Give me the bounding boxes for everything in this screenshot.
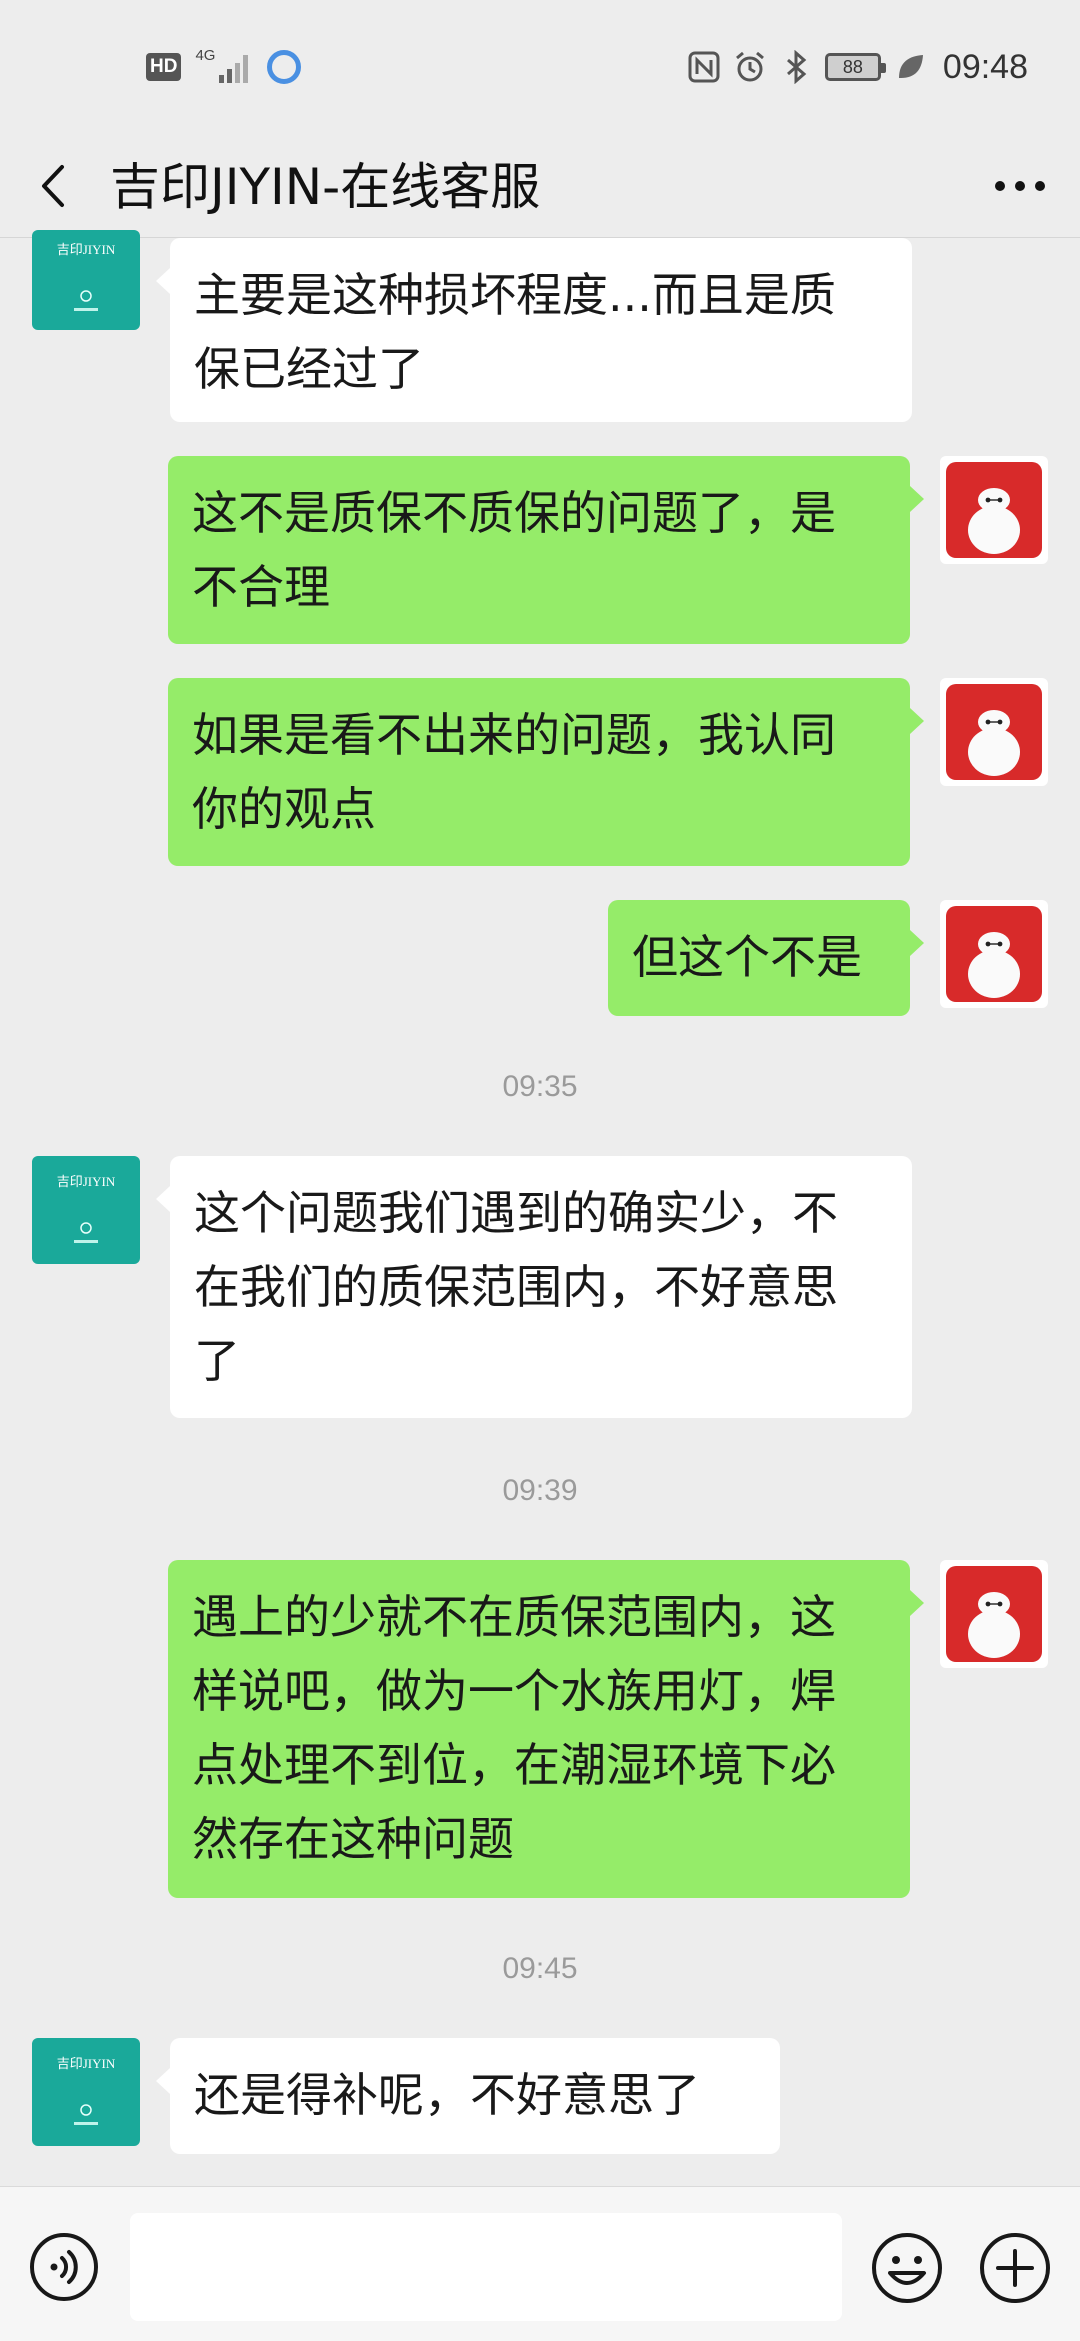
message-bubble[interactable]: 主要是这种损坏程度...而且是质 保已经过了 <box>156 238 912 422</box>
leaf-icon <box>898 55 923 78</box>
self-avatar[interactable] <box>940 900 1048 1008</box>
nfc-icon <box>688 51 720 83</box>
status-time: 09:48 <box>942 47 1028 86</box>
baymax-avatar-icon <box>946 906 1042 1002</box>
status-bar: HD 4G 88 09:48 <box>0 0 1080 135</box>
message-line: 但这个不是 <box>632 930 862 984</box>
plus-icon[interactable] <box>978 2231 1052 2305</box>
more-icon[interactable] <box>990 159 1050 213</box>
input-bar <box>0 2186 1080 2341</box>
brand-logo-icon: 吉印JIYIN <box>57 242 116 311</box>
self-avatar[interactable] <box>940 456 1048 564</box>
chat-header: 吉印JIYIN-在线客服 <box>0 135 1080 238</box>
timestamp: 09:45 <box>502 1952 578 1985</box>
brand-logo-icon: 吉印JIYIN <box>57 2056 116 2125</box>
app-notification-icon <box>267 50 302 84</box>
message-bubble[interactable]: 这个问题我们遇到的确实少，不 在我们的质保范围内，不好意思 了 <box>156 1156 912 1418</box>
timestamp: 09:39 <box>502 1474 578 1507</box>
brand-logo-icon: 吉印JIYIN <box>57 1174 116 1243</box>
baymax-avatar-icon <box>946 1566 1042 1662</box>
message-line: 然存在这种问题 <box>192 1812 514 1866</box>
message-line: 还是得补呢，不好意思了 <box>194 2068 700 2122</box>
signal-icon: 4G <box>195 47 253 87</box>
message-bubble[interactable]: 这不是质保不质保的问题了，是 不合理 <box>168 456 924 644</box>
message-bubble[interactable]: 遇上的少就不在质保范围内，这 样说吧，做为一个水族用灯，焊 点处理不到位，在潮湿… <box>168 1560 924 1898</box>
message-line: 你的观点 <box>192 782 376 836</box>
message-line: 这个问题我们遇到的确实少，不 <box>194 1186 838 1240</box>
message-line: 遇上的少就不在质保范围内，这 <box>192 1590 836 1644</box>
battery-icon: 88 <box>824 53 886 81</box>
message-bubble[interactable]: 如果是看不出来的问题，我认同 你的观点 <box>168 678 924 866</box>
status-left: HD 4G <box>146 44 302 90</box>
back-arrow-icon[interactable] <box>30 159 78 213</box>
message-line: 如果是看不出来的问题，我认同 <box>192 708 836 762</box>
message-bubble[interactable]: 还是得补呢，不好意思了 <box>156 2038 780 2154</box>
alarm-icon <box>735 51 764 82</box>
other-avatar[interactable]: 吉印JIYIN <box>32 2038 140 2146</box>
message-bubble[interactable]: 但这个不是 <box>608 900 924 1016</box>
other-avatar[interactable]: 吉印JIYIN <box>32 230 140 330</box>
emoji-icon[interactable] <box>870 2231 944 2305</box>
timestamp: 09:35 <box>502 1070 578 1103</box>
message-input[interactable] <box>130 2213 842 2321</box>
message-line: 保已经过了 <box>194 342 424 396</box>
message-line: 这不是质保不质保的问题了，是 <box>192 486 836 540</box>
baymax-avatar-icon <box>946 462 1042 558</box>
message-list[interactable]: 吉印JIYIN 主要是这种损坏程度...而且是质 保已经过了 这不是质保不质保的… <box>0 230 1080 2184</box>
logo-text: 吉印JIYIN <box>57 242 116 257</box>
voice-icon[interactable] <box>28 2231 100 2303</box>
other-avatar[interactable]: 吉印JIYIN <box>32 1156 140 1264</box>
logo-text: 吉印JIYIN <box>57 2056 116 2071</box>
message-line: 点处理不到位，在潮湿环境下必 <box>192 1738 836 1792</box>
self-avatar[interactable] <box>940 1560 1048 1668</box>
logo-text: 吉印JIYIN <box>57 1174 116 1189</box>
self-avatar[interactable] <box>940 678 1048 786</box>
message-line: 不合理 <box>192 560 330 614</box>
message-line: 在我们的质保范围内，不好意思 <box>194 1260 838 1314</box>
status-right: 88 09:48 <box>687 42 1028 92</box>
battery-level: 88 <box>842 56 863 77</box>
network-label: 4G <box>195 47 216 64</box>
hd-badge: HD <box>146 53 182 81</box>
chat-title: 吉印JIYIN-在线客服 <box>110 158 541 216</box>
baymax-avatar-icon <box>946 684 1042 780</box>
bluetooth-icon <box>786 50 807 84</box>
message-line: 主要是这种损坏程度...而且是质 <box>194 268 836 322</box>
message-line: 了 <box>194 1334 240 1388</box>
message-line: 样说吧，做为一个水族用灯，焊 <box>192 1664 836 1718</box>
